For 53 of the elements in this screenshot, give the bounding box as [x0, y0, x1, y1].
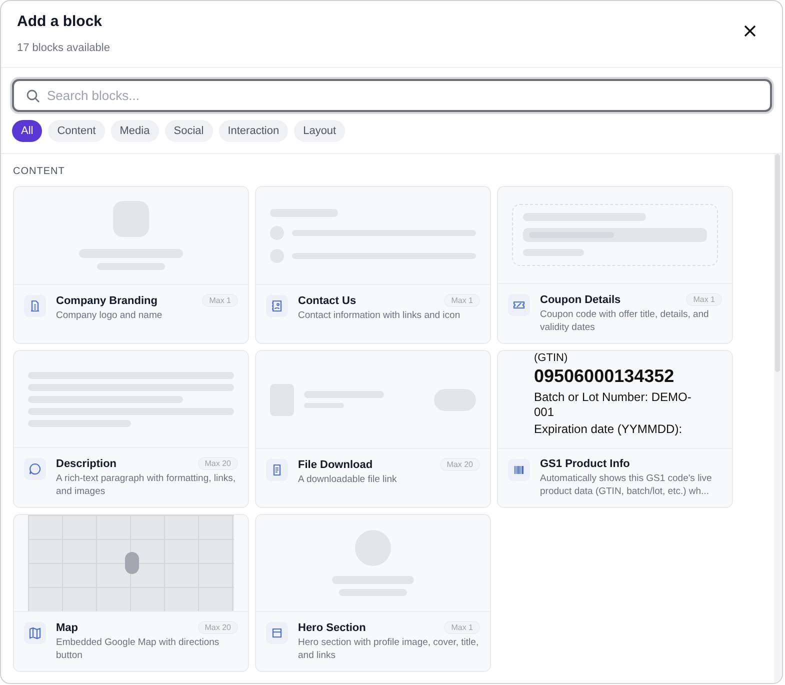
section-heading: CONTENT [13, 166, 66, 177]
filter-tab[interactable]: Interaction [218, 120, 288, 142]
block-card[interactable]: Company Branding Max 1 Company logo and name [13, 186, 249, 344]
block-card[interactable]: (GTIN) 09506000134352 Batch or Lot Number: DEMO-001 Expiration date (YYMMDD): GS1 Product Info Automatically shows this GS1 code's live product data (GTIN, batch/lot, etc.) wh... [497, 350, 733, 508]
block-icon [24, 295, 46, 317]
limit-badge: Max 1 [202, 294, 238, 307]
filter-tab[interactable]: Media [110, 120, 159, 142]
limit-badge: Max 1 [444, 294, 480, 307]
limit-badge: Max 1 [686, 293, 722, 306]
block-description: A downloadable file link [298, 473, 398, 486]
block-card[interactable]: Contact Us Max 1 Contact information with links and icon [255, 186, 491, 344]
block-icon [24, 458, 46, 480]
blocks-count: 17 blocks available [17, 42, 110, 54]
search-field[interactable]: Search blocks... [12, 79, 772, 112]
block-card[interactable]: Hero Section Max 1 Hero section with profile image, cover, title, and links [255, 514, 491, 672]
block-description: A rich-text paragraph with formatting, links, and images [56, 472, 237, 498]
block-icon [24, 622, 46, 644]
filter-tab[interactable]: Social [164, 120, 213, 142]
block-name: Contact Us [298, 294, 356, 306]
filter-tab[interactable]: All [12, 120, 42, 142]
filter-tab[interactable]: Content [48, 120, 105, 142]
dialog-title: Add a block [17, 13, 104, 30]
scrollbar[interactable] [774, 154, 782, 683]
block-card[interactable]: Coupon Details Max 1 Coupon code with offer title, details, and validity dates [497, 186, 733, 344]
block-icon [266, 622, 288, 644]
block-name: Coupon Details [540, 294, 621, 306]
block-description: Company logo and name [56, 309, 164, 322]
gtin-code: 09506000134352 [534, 366, 676, 387]
block-description: Hero section with profile image, cover, title, and links [298, 636, 480, 662]
block-name: Map [56, 622, 78, 634]
block-card[interactable]: File Download Max 20 A downloadable file link [255, 350, 491, 508]
limit-badge: Max 1 [444, 621, 480, 634]
block-icon [508, 459, 530, 481]
close-icon [744, 25, 756, 37]
block-description: Contact information with links and icon [298, 309, 462, 322]
limit-badge: Max 20 [198, 621, 238, 634]
block-card[interactable]: Map Max 20 Embedded Google Map with directions button [13, 514, 249, 672]
block-name: Hero Section [298, 622, 366, 634]
block-name: Company Branding [56, 294, 158, 306]
block-name: File Download [298, 458, 373, 470]
limit-badge: Max 20 [198, 457, 238, 470]
filter-tab[interactable]: Layout [294, 120, 346, 142]
block-description: Coupon code with offer title, details, and validity dates [540, 308, 710, 334]
block-description: Embedded Google Map with directions button [56, 636, 220, 662]
block-name: GS1 Product Info [540, 458, 630, 470]
gtin-label: (GTIN) [534, 353, 569, 364]
block-icon [266, 295, 288, 317]
limit-badge: Max 20 [440, 458, 480, 471]
block-icon [266, 459, 288, 481]
block-description: Automatically shows this GS1 code's live product data (GTIN, batch/lot, etc.) wh... [540, 472, 713, 498]
block-icon [508, 294, 530, 316]
block-card[interactable]: Description Max 20 A rich-text paragraph with formatting, links, and images [13, 350, 249, 508]
block-name: Description [56, 458, 117, 470]
